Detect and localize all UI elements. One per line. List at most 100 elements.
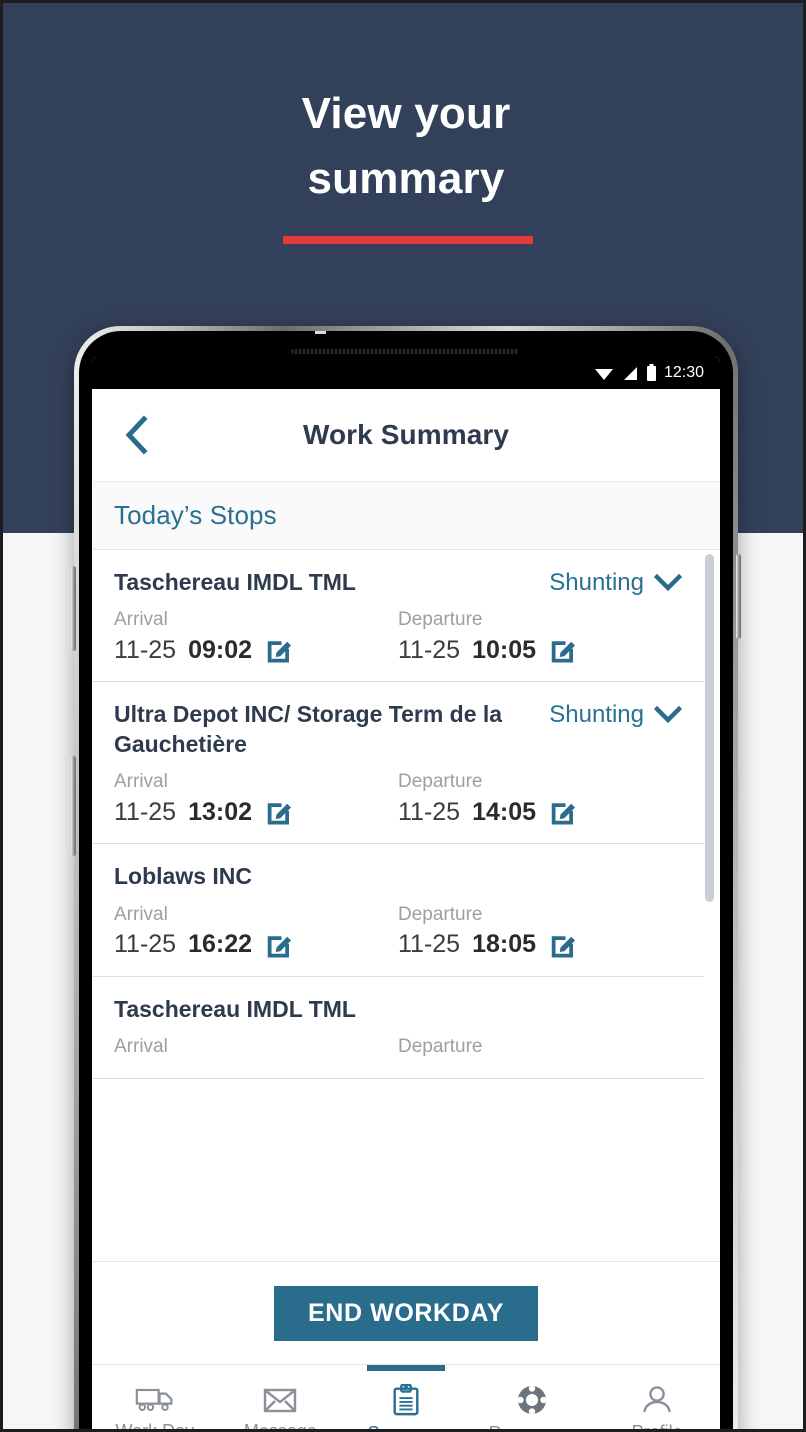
stop-times: Arrival 11-25 09:02 Departure 11-25 10:0… [114, 609, 682, 665]
arrival-column: Arrival 11-25 16:22 [114, 904, 398, 960]
departure-time: 18:05 [472, 930, 537, 959]
arrival-date: 11-25 [114, 930, 177, 959]
lifebuoy-icon [516, 1385, 547, 1415]
bottom-navigation: Work Day Message Profile [92, 1364, 720, 1432]
arrival-value: 11-25 13:02 [114, 797, 398, 827]
nav-label-resources: Resources [489, 1423, 575, 1429]
departure-value: 11-25 18:05 [398, 930, 682, 960]
clipboard-icon [393, 1384, 419, 1416]
phone-volume-up-button[interactable] [71, 566, 76, 651]
nav-label-summary: Summary [367, 1423, 444, 1429]
stop-card[interactable]: Taschereau IMDL TML Shunting Arrival 11-… [92, 550, 704, 683]
promo-accent-rule [283, 236, 533, 244]
departure-column: Departure 11-25 14:05 [398, 771, 682, 827]
departure-column: Departure 11-25 10:05 [398, 609, 682, 665]
departure-column: Departure 11-25 18:05 [398, 904, 682, 960]
promo-headline: View your summary [3, 81, 803, 211]
stop-card[interactable]: Ultra Depot INC/ Storage Term de la Gauc… [92, 682, 704, 845]
stop-name: Taschereau IMDL TML [114, 995, 356, 1022]
front-camera-icon [315, 331, 326, 334]
departure-value: 11-25 14:05 [398, 797, 682, 827]
arrival-label: Arrival [114, 903, 168, 925]
earpiece-speaker-icon [291, 349, 519, 354]
arrival-date: 11-25 [114, 797, 177, 826]
stop-card[interactable]: Loblaws INC Arrival 11-25 16:22 Departur… [92, 844, 704, 977]
arrival-column: Arrival 11-25 13:02 [114, 771, 398, 827]
nav-label-work-day: Work Day [115, 1421, 195, 1432]
stop-times: Arrival 11-25 16:22 Departure 11-25 18:0… [114, 904, 682, 960]
departure-label: Departure [398, 771, 483, 793]
android-status-bar: 12:30 [92, 357, 720, 389]
nav-item-message[interactable]: Message [218, 1365, 344, 1432]
departure-date: 11-25 [398, 635, 461, 664]
arrival-time: 09:02 [188, 635, 253, 664]
departure-date: 11-25 [398, 797, 461, 826]
nav-item-resources[interactable]: Resources [469, 1365, 595, 1429]
edit-arrival-icon[interactable] [264, 635, 294, 665]
departure-label: Departure [398, 1036, 483, 1058]
stop-status-label: Shunting [549, 701, 644, 729]
departure-label: Departure [398, 903, 483, 925]
arrival-label: Arrival [114, 609, 168, 631]
nav-label-message: Message [243, 1421, 317, 1432]
departure-time: 10:05 [472, 635, 537, 664]
arrival-time: 16:22 [188, 930, 253, 959]
stop-name: Ultra Depot INC/ Storage Term de la Gauc… [114, 701, 503, 757]
arrival-column: Arrival 11-25 09:02 [114, 609, 398, 665]
truck-icon [135, 1388, 173, 1411]
wifi-icon [594, 369, 613, 380]
stop-status-dropdown[interactable]: Shunting [549, 568, 682, 597]
active-tab-indicator [366, 1365, 445, 1371]
chevron-left-icon [125, 415, 148, 455]
departure-value: 11-25 10:05 [398, 635, 682, 665]
cellular-signal-icon [623, 367, 637, 380]
stop-card-header: Taschereau IMDL TML [114, 995, 682, 1024]
arrival-value: 11-25 09:02 [114, 635, 398, 665]
nav-item-work-day[interactable]: Work Day [92, 1365, 218, 1432]
end-workday-button[interactable]: END WORKDAY [274, 1285, 538, 1341]
nav-item-profile[interactable]: Profile [594, 1365, 720, 1432]
promo-headline-line2: summary [307, 154, 505, 204]
phone-bezel: 12:30 Work Summary Today’s Stops Tascher… [79, 331, 733, 1432]
arrival-label: Arrival [114, 1036, 168, 1058]
list-scrollbar-thumb[interactable] [705, 554, 714, 902]
stops-scroll-region[interactable]: Taschereau IMDL TML Shunting Arrival 11-… [92, 550, 720, 1261]
chevron-down-icon [654, 574, 682, 592]
phone-power-button[interactable] [736, 554, 741, 639]
battery-icon [646, 364, 656, 381]
edit-departure-icon[interactable] [548, 797, 578, 827]
promo-headline-line1: View your [301, 89, 511, 138]
stop-times: Arrival 11-25 13:02 Departure 11-25 14:0… [114, 771, 682, 827]
stop-times: Arrival Departure [114, 1036, 682, 1062]
stop-name: Taschereau IMDL TML [114, 569, 356, 595]
back-button[interactable] [114, 413, 158, 457]
departure-label: Departure [398, 609, 483, 631]
phone-volume-down-button[interactable] [71, 756, 76, 856]
stop-status-label: Shunting [549, 569, 644, 596]
section-title: Today’s Stops [114, 500, 277, 530]
edit-departure-icon[interactable] [548, 635, 578, 665]
arrival-column: Arrival [114, 1036, 398, 1062]
section-header: Today’s Stops [92, 482, 720, 550]
departure-column: Departure [398, 1036, 682, 1062]
arrival-value: 11-25 16:22 [114, 930, 398, 960]
stop-status-dropdown[interactable]: Shunting [549, 700, 682, 729]
edit-arrival-icon[interactable] [264, 930, 294, 960]
nav-label-profile: Profile [631, 1422, 683, 1432]
arrival-date: 11-25 [114, 635, 177, 664]
edit-departure-icon[interactable] [548, 930, 578, 960]
stop-card-header: Ultra Depot INC/ Storage Term de la Gauc… [114, 700, 682, 759]
page-title: Work Summary [302, 419, 510, 450]
promo-canvas: View your summary 12:30 Work Summary Tod… [0, 0, 806, 1432]
person-icon [643, 1386, 671, 1413]
nav-item-summary[interactable]: Summary [343, 1365, 469, 1429]
departure-time: 14:05 [472, 797, 537, 826]
workday-footer: END WORKDAY [92, 1261, 720, 1364]
arrival-time: 13:02 [188, 797, 253, 826]
edit-arrival-icon[interactable] [264, 797, 294, 827]
departure-date: 11-25 [398, 930, 461, 959]
stop-card-header: Taschereau IMDL TML Shunting [114, 568, 682, 597]
stops-list: Taschereau IMDL TML Shunting Arrival 11-… [92, 550, 704, 1080]
stop-name: Loblaws INC [114, 863, 253, 890]
stop-card[interactable]: Taschereau IMDL TML Arrival Departure [92, 976, 704, 1080]
